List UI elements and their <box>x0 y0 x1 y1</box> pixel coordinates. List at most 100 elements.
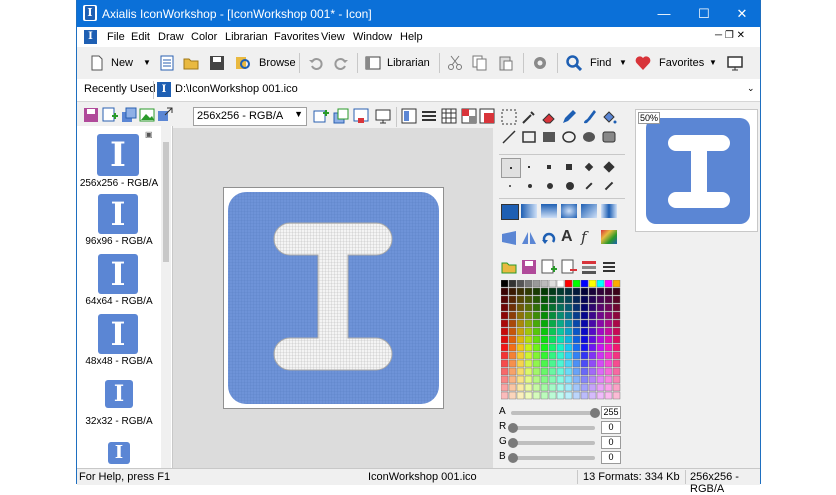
color-swatch[interactable] <box>540 287 549 296</box>
menu-file[interactable]: File <box>107 31 125 43</box>
color-swatch[interactable] <box>580 375 589 384</box>
selection-tool-icon[interactable] <box>501 109 517 125</box>
brush-size-option[interactable] <box>584 162 594 172</box>
color-swatch[interactable] <box>508 375 517 384</box>
color-swatch[interactable] <box>612 327 621 336</box>
color-swatch[interactable] <box>516 343 525 352</box>
color-swatch[interactable] <box>516 335 525 344</box>
color-swatch[interactable] <box>580 335 589 344</box>
brush-size-option[interactable] <box>566 182 574 190</box>
color-swatch[interactable] <box>524 335 533 344</box>
perspective-tool-icon[interactable] <box>501 230 517 246</box>
color-swatch[interactable] <box>604 303 613 312</box>
color-swatch[interactable] <box>596 319 605 328</box>
color-swatch[interactable] <box>516 327 525 336</box>
fill-linear-option[interactable] <box>521 204 537 218</box>
color-swatch[interactable] <box>572 327 581 336</box>
drawing-canvas[interactable] <box>223 187 444 409</box>
chevron-down-icon[interactable]: ▼ <box>143 52 151 74</box>
color-swatch[interactable] <box>564 287 573 296</box>
color-swatch[interactable] <box>500 287 509 296</box>
color-swatch[interactable] <box>580 319 589 328</box>
filled-rectangle-tool-icon[interactable] <box>541 129 557 145</box>
cut-icon[interactable] <box>447 55 463 71</box>
alpha-slider-row[interactable]: A 255 <box>495 406 629 420</box>
color-swatch[interactable] <box>540 383 549 392</box>
menu-favorites[interactable]: Favorites <box>274 31 319 43</box>
color-swatch[interactable] <box>572 303 581 312</box>
minimize-button[interactable]: — <box>644 0 684 27</box>
color-swatch[interactable] <box>612 335 621 344</box>
color-swatch[interactable] <box>588 287 597 296</box>
open-palette-icon[interactable] <box>501 259 517 275</box>
color-swatch[interactable] <box>516 295 525 304</box>
color-swatch[interactable] <box>580 351 589 360</box>
menu-librarian[interactable]: Librarian <box>225 31 268 43</box>
format-item-24[interactable]: I <box>77 438 161 468</box>
fill-mirror-option[interactable] <box>601 204 617 218</box>
brush-tool-icon[interactable] <box>581 109 597 125</box>
brush-size-option[interactable] <box>566 164 572 170</box>
color-swatch[interactable] <box>604 295 613 304</box>
recently-used-button[interactable]: Recently Used <box>84 83 156 95</box>
color-picker-tool-icon[interactable] <box>521 109 537 125</box>
color-swatch[interactable] <box>524 351 533 360</box>
color-swatch[interactable] <box>524 367 533 376</box>
color-swatch[interactable] <box>612 303 621 312</box>
color-swatch[interactable] <box>556 335 565 344</box>
green-slider-knob[interactable] <box>508 438 518 448</box>
line-tool-icon[interactable] <box>501 129 517 145</box>
menu-draw[interactable]: Draw <box>158 31 184 43</box>
color-swatch[interactable] <box>596 311 605 320</box>
color-swatch[interactable] <box>532 391 541 400</box>
brush-size-option[interactable] <box>603 161 615 173</box>
color-swatch[interactable] <box>588 279 597 288</box>
color-swatch[interactable] <box>604 287 613 296</box>
color-swatch[interactable] <box>524 383 533 392</box>
color-swatch[interactable] <box>604 335 613 344</box>
color-swatch[interactable] <box>540 359 549 368</box>
color-swatch[interactable] <box>596 367 605 376</box>
export-format-icon[interactable] <box>157 107 173 123</box>
color-swatch[interactable] <box>548 383 557 392</box>
color-swatch[interactable] <box>540 311 549 320</box>
color-swatch[interactable] <box>508 343 517 352</box>
color-swatch[interactable] <box>548 303 557 312</box>
color-swatch[interactable] <box>596 391 605 400</box>
menu-help[interactable]: Help <box>400 31 423 43</box>
color-swatch[interactable] <box>548 287 557 296</box>
color-swatch[interactable] <box>516 383 525 392</box>
color-swatch[interactable] <box>524 319 533 328</box>
color-swatch[interactable] <box>540 279 549 288</box>
brush-size-option[interactable] <box>585 182 593 190</box>
new-layer-icon[interactable] <box>353 108 369 124</box>
color-swatch[interactable] <box>532 319 541 328</box>
color-swatch[interactable] <box>540 335 549 344</box>
chevron-down-icon[interactable]: ▼ <box>619 52 627 74</box>
add-image-icon[interactable] <box>313 108 329 124</box>
paste-icon[interactable] <box>498 55 514 71</box>
color-swatch[interactable] <box>596 327 605 336</box>
blue-slider-row[interactable]: B 0 <box>495 451 629 465</box>
color-swatch[interactable] <box>596 279 605 288</box>
menu-view[interactable]: View <box>321 31 345 43</box>
color-swatch[interactable] <box>540 391 549 400</box>
filled-ellipse-tool-icon[interactable] <box>581 129 597 145</box>
brush-size-option[interactable] <box>604 181 614 191</box>
copy-icon[interactable] <box>472 55 488 71</box>
color-swatch[interactable] <box>564 279 573 288</box>
color-swatch[interactable] <box>580 383 589 392</box>
color-swatch[interactable] <box>540 327 549 336</box>
color-swatch[interactable] <box>532 367 541 376</box>
color-swatch[interactable] <box>596 383 605 392</box>
color-swatch[interactable] <box>564 367 573 376</box>
color-swatch[interactable] <box>556 359 565 368</box>
color-swatch[interactable] <box>532 279 541 288</box>
color-swatch[interactable] <box>532 311 541 320</box>
background-icon[interactable] <box>479 108 495 124</box>
color-swatch[interactable] <box>556 303 565 312</box>
color-swatch[interactable] <box>604 367 613 376</box>
text-tool-icon[interactable]: A <box>561 228 573 246</box>
format-item-48[interactable]: I 48x48 - RGB/A <box>77 310 161 368</box>
color-swatch[interactable] <box>572 343 581 352</box>
